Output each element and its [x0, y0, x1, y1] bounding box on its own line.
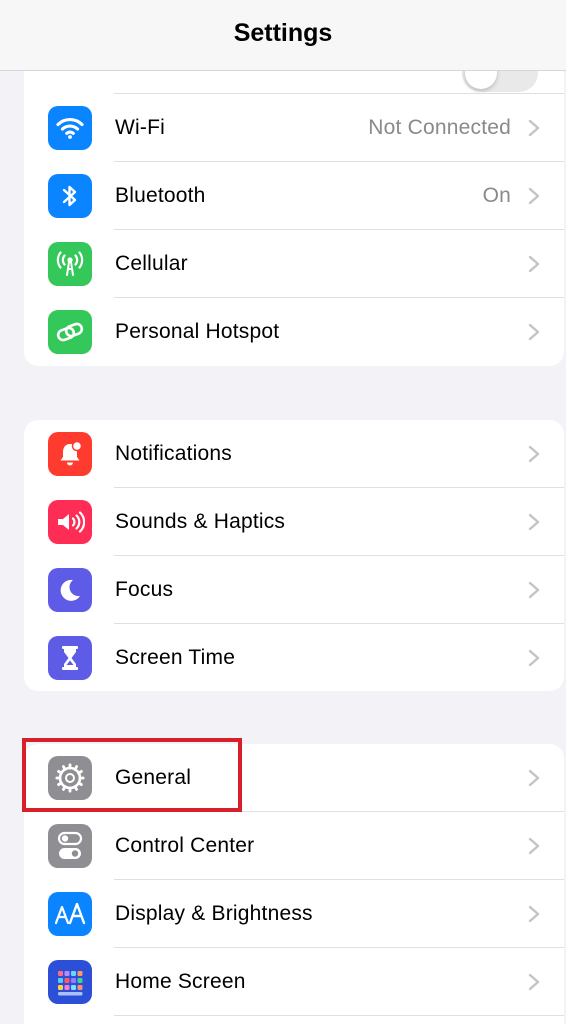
wifi-icon: [48, 106, 92, 150]
moon-icon: [48, 568, 92, 612]
settings-row-label: Display & Brightness: [115, 902, 313, 925]
link-icon: [48, 310, 92, 354]
settings-row-label: Focus: [115, 578, 174, 601]
chevron-right-icon: [528, 581, 540, 599]
app-grid-icon: [48, 960, 92, 1004]
text-size-icon: [48, 892, 92, 936]
hourglass-icon: [48, 636, 92, 680]
chevron-right-icon: [528, 905, 540, 923]
general-highlight-box: [22, 738, 242, 812]
chevron-right-icon: [528, 255, 540, 273]
speaker-icon: [48, 500, 92, 544]
settings-row-label: Personal Hotspot: [115, 320, 280, 343]
settings-row-label: Notifications: [115, 442, 232, 465]
settings-row-label: Cellular: [115, 252, 188, 275]
chevron-right-icon: [528, 837, 540, 855]
settings-row-screen-time[interactable]: Screen Time: [24, 624, 564, 691]
chevron-right-icon: [528, 513, 540, 531]
chevron-right-icon: [528, 769, 540, 787]
settings-row-home-screen[interactable]: Home Screen: [24, 948, 564, 1016]
bluetooth-icon: [48, 174, 92, 218]
settings-row-focus[interactable]: Focus: [24, 556, 564, 624]
wifi-status: Not Connected: [368, 116, 511, 139]
settings-row-label: Bluetooth: [115, 184, 206, 207]
settings-row-label: Wi-Fi: [115, 116, 165, 139]
settings-row-display-brightness[interactable]: Display & Brightness: [24, 880, 564, 948]
antenna-icon: [48, 242, 92, 286]
chevron-right-icon: [528, 445, 540, 463]
settings-row-bluetooth[interactable]: Bluetooth On: [24, 162, 564, 230]
chevron-right-icon: [528, 649, 540, 667]
settings-row-label: Control Center: [115, 834, 255, 857]
settings-row-sounds-haptics[interactable]: Sounds & Haptics: [24, 488, 564, 556]
settings-screen: Settings Wi-Fi Not Connected Bluetooth O…: [0, 0, 566, 1024]
page-title: Settings: [233, 18, 333, 47]
chevron-right-icon: [528, 323, 540, 341]
settings-row-notifications[interactable]: Notifications: [24, 420, 564, 488]
settings-row-label: Home Screen: [115, 970, 246, 993]
connectivity-group: Wi-Fi Not Connected Bluetooth On Cellula…: [24, 30, 564, 366]
settings-row-personal-hotspot[interactable]: Personal Hotspot: [24, 298, 564, 366]
chevron-right-icon: [528, 973, 540, 991]
chevron-right-icon: [528, 187, 540, 205]
settings-row-label: Screen Time: [115, 646, 236, 669]
bluetooth-status: On: [482, 184, 511, 207]
switches-icon: [48, 824, 92, 868]
settings-row-cellular[interactable]: Cellular: [24, 230, 564, 298]
settings-row-wifi[interactable]: Wi-Fi Not Connected: [24, 94, 564, 162]
notifications-group: Notifications Sounds & Haptics Focus Scr…: [24, 420, 564, 691]
chevron-right-icon: [528, 119, 540, 137]
bell-icon: [48, 432, 92, 476]
settings-row-label: Sounds & Haptics: [115, 510, 286, 533]
navigation-bar: Settings: [0, 0, 566, 71]
settings-row-control-center[interactable]: Control Center: [24, 812, 564, 880]
